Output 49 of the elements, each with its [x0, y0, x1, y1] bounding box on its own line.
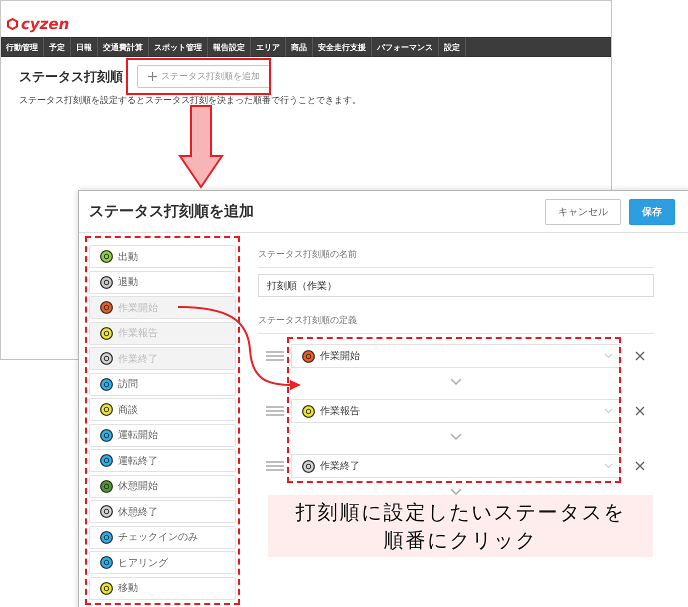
status-item[interactable]: チェックインのみ: [89, 526, 236, 548]
nav-item[interactable]: 行動管理: [1, 37, 44, 57]
status-item[interactable]: 退動: [89, 270, 236, 294]
status-item[interactable]: 訪問: [89, 372, 236, 396]
nav-item[interactable]: 予定: [44, 37, 71, 57]
status-select[interactable]: 作業報告: [291, 399, 620, 423]
callout-text: 順番にクリック: [384, 527, 538, 554]
nav-item[interactable]: パフォーマンス: [372, 37, 439, 57]
nav-item[interactable]: エリア: [251, 37, 286, 57]
nav-item[interactable]: 商品: [286, 37, 313, 57]
nav-item[interactable]: 日報: [71, 37, 98, 57]
name-field[interactable]: 打刻順（作業）: [258, 274, 654, 297]
chevron-down-icon: [450, 378, 462, 386]
nav-item[interactable]: 安全走行支援: [313, 37, 372, 57]
field-label: ステータス打刻順の定義: [258, 311, 654, 334]
dropdown-icon: [604, 463, 613, 469]
status-item[interactable]: 移動: [89, 576, 236, 600]
cancel-button[interactable]: キャンセル: [545, 198, 621, 224]
dropdown-icon: [604, 353, 613, 359]
chevron-down-icon: [450, 432, 462, 440]
nav-item[interactable]: スポット管理: [149, 37, 208, 57]
close-icon[interactable]: [635, 461, 645, 471]
dropdown-icon: [604, 408, 613, 414]
description: ステータス打刻順を設定するとステータス打刻を決まった順番で行うことできます。: [18, 94, 362, 108]
nav-item[interactable]: 報告設定: [208, 37, 251, 57]
status-item[interactable]: 休憩終了: [89, 500, 236, 523]
logo: cyzen: [21, 15, 70, 33]
chevron-down-icon: [450, 488, 462, 496]
dialog-title: ステータス打刻順を追加: [89, 202, 254, 221]
status-item[interactable]: 出動: [89, 245, 236, 268]
logo-icon: [7, 18, 18, 30]
close-icon[interactable]: [635, 406, 645, 416]
drag-handle-icon[interactable]: [266, 461, 284, 471]
plus-icon: [148, 72, 157, 81]
drag-handle-icon[interactable]: [266, 406, 284, 416]
page-title: ステータス打刻順: [19, 68, 123, 86]
status-item[interactable]: 休憩開始: [89, 474, 236, 498]
drag-handle-icon[interactable]: [266, 351, 284, 361]
nav-item[interactable]: 交通費計算: [98, 37, 149, 57]
field-label: ステータス打刻順の名前: [258, 245, 654, 268]
nav-item[interactable]: 設定: [439, 37, 466, 57]
status-item[interactable]: 運転終了: [89, 449, 236, 472]
close-icon[interactable]: [635, 351, 645, 361]
status-item[interactable]: 運転開始: [89, 424, 236, 446]
status-item[interactable]: 商談: [89, 398, 236, 421]
status-item[interactable]: ヒアリング: [89, 551, 236, 574]
status-select[interactable]: 作業終了: [291, 454, 620, 478]
status-select[interactable]: 作業開始: [291, 344, 620, 368]
callout-text: 打刻順に設定したいステータスを: [296, 499, 626, 526]
